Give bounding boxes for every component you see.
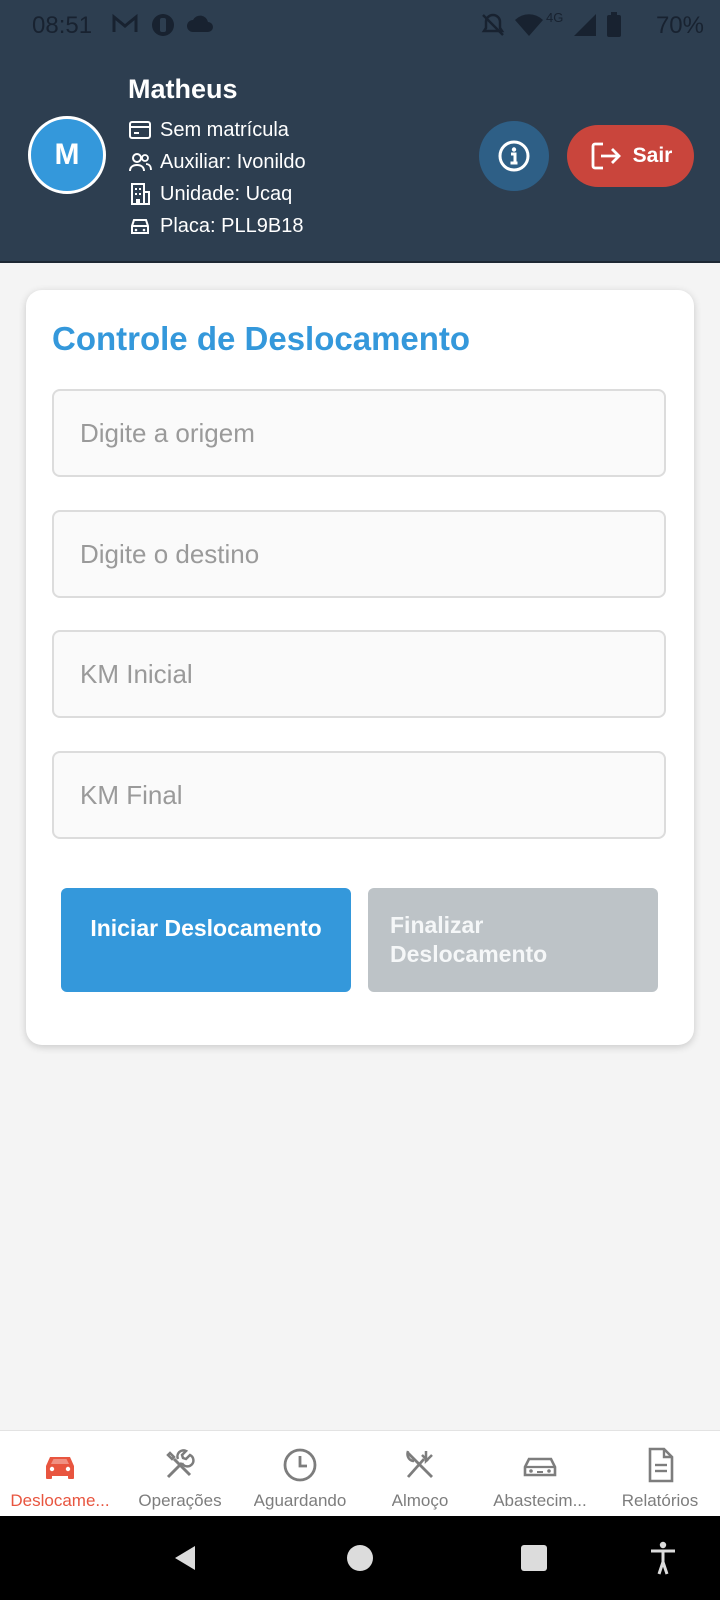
logout-button[interactable]: Sair: [567, 125, 694, 187]
destination-input[interactable]: [52, 510, 666, 598]
back-icon[interactable]: [166, 1538, 206, 1578]
avatar-initial: M: [54, 138, 80, 171]
car-icon: [46, 1457, 74, 1479]
tools-icon: [166, 1449, 195, 1479]
cloud-icon: [186, 12, 214, 41]
tab-operacoes[interactable]: Operações: [120, 1431, 240, 1516]
tab-label: Abastecim...: [493, 1491, 587, 1510]
car-small-icon: [131, 219, 149, 234]
alarm-off-icon: [480, 12, 506, 43]
tab-aguardando[interactable]: Aguardando: [240, 1431, 360, 1516]
km-end-input[interactable]: [52, 751, 666, 839]
avatar: M: [28, 116, 106, 194]
tab-label: Relatórios: [621, 1491, 699, 1510]
id-card-icon: [129, 121, 151, 139]
app-notification-icon: [150, 12, 176, 43]
assistant-line: Auxiliar: Ivonildo: [128, 148, 306, 176]
origin-input[interactable]: [52, 389, 666, 477]
gmail-icon: [112, 12, 138, 41]
signal-icon: [572, 12, 598, 43]
users-icon: [129, 153, 152, 172]
car-outline-icon: [523, 1457, 557, 1477]
plate-text: Placa: PLL9B18: [160, 214, 304, 237]
tab-almoco[interactable]: Almoço: [360, 1431, 480, 1516]
network-type: 4G: [546, 10, 564, 25]
clock-icon: [283, 1448, 317, 1482]
home-icon[interactable]: [340, 1538, 380, 1578]
status-time: 08:51: [32, 12, 93, 39]
travel-control-card: Controle de Deslocamento Iniciar Desloca…: [26, 290, 694, 1045]
app-header: 08:51 4G 70% M Matheus Sem matrícula Aux…: [0, 0, 720, 263]
recents-icon[interactable]: [514, 1538, 554, 1578]
battery-level: 70%: [655, 12, 704, 39]
tab-deslocamento[interactable]: Deslocame...: [0, 1431, 120, 1516]
tab-relatorios[interactable]: Relatórios: [600, 1431, 720, 1516]
tab-label: Aguardando: [253, 1491, 347, 1510]
tab-label: Almoço: [391, 1491, 449, 1510]
plate-line: Placa: PLL9B18: [128, 212, 303, 240]
document-icon: [648, 1447, 674, 1483]
logout-icon: [591, 142, 621, 170]
info-icon: [498, 140, 530, 172]
start-travel-button[interactable]: Iniciar Deslocamento: [61, 888, 351, 992]
utensils-icon: [406, 1450, 433, 1478]
page-title: Controle de Deslocamento: [52, 320, 471, 357]
unit-line: Unidade: Ucaq: [128, 180, 292, 208]
wifi-icon: [514, 12, 544, 43]
registration-line: Sem matrícula: [128, 116, 289, 144]
bottom-tab-bar: Deslocame... Operações Aguardando Almoço…: [0, 1430, 720, 1516]
finish-travel-button: Finalizar Deslocamento: [368, 888, 658, 992]
tab-label: Deslocame...: [10, 1491, 110, 1510]
registration-text: Sem matrícula: [160, 118, 289, 141]
tab-label: Operações: [138, 1491, 222, 1510]
info-button[interactable]: [479, 121, 549, 191]
tab-abastecimento[interactable]: Abastecim...: [480, 1431, 600, 1516]
assistant-text: Auxiliar: Ivonildo: [160, 150, 306, 173]
battery-icon: [606, 12, 622, 43]
logout-label: Sair: [632, 144, 673, 167]
system-navigation-bar: [0, 1516, 720, 1600]
accessibility-icon[interactable]: [643, 1538, 683, 1578]
user-name: Matheus: [128, 74, 238, 104]
status-bar: 08:51 4G 70%: [0, 0, 720, 52]
building-icon: [131, 183, 150, 205]
unit-text: Unidade: Ucaq: [160, 182, 293, 205]
km-start-input[interactable]: [52, 630, 666, 718]
